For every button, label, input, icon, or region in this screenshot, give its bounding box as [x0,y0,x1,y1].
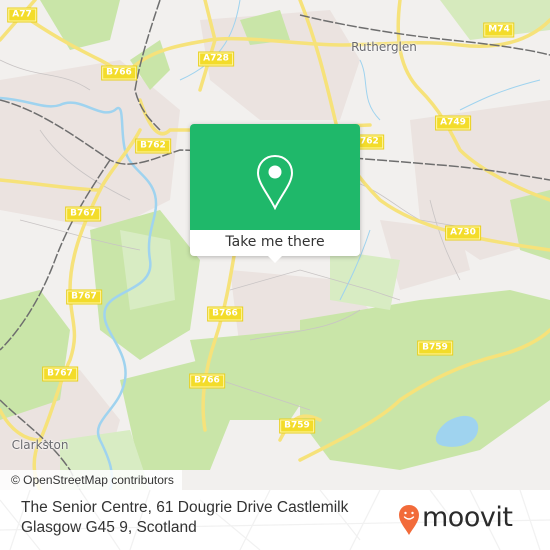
road-shield-b766: B766 [190,374,224,388]
footer-bar: The Senior Centre, 61 Dougrie Drive Cast… [0,490,550,550]
road-shield-b766: B766 [102,66,136,80]
road-shield-a730: A730 [446,226,480,240]
place-label-rutherglen: Rutherglen [351,40,417,54]
road-shield-b759: B759 [280,419,314,433]
address-line-1: The Senior Centre, 61 Dougrie Drive Cast… [21,499,349,516]
road-shield-b767: B767 [67,290,101,304]
road-shield-a728: A728 [199,52,233,66]
road-shield-a77: A77 [8,8,36,22]
road-shield-m74: M74 [484,23,514,37]
road-shield-a749: A749 [436,116,470,130]
road-shield-b767: B767 [66,207,100,221]
moovit-pin-icon [399,505,419,535]
map-attribution[interactable]: © OpenStreetMap contributors [0,470,182,490]
place-label-clarkston: Clarkston [11,438,69,452]
road-shield-b766: B766 [208,307,242,321]
road-shield-b767: B767 [43,367,77,381]
address-text: The Senior Centre, 61 Dougrie Drive Cast… [21,498,381,538]
map-pin-icon [256,154,294,210]
location-popup: Take me there [190,124,360,263]
road-shield-b762: B762 [136,139,170,153]
address-line-2: Glasgow G45 9, Scotland [21,519,197,536]
road-shield-b759: B759 [418,341,452,355]
popup-header [190,124,360,230]
popup-pointer [267,255,283,263]
take-me-there-button[interactable]: Take me there [190,230,360,256]
map-view[interactable]: Rutherglen Clarkston A77 B766 A728 M74 B… [0,0,550,490]
moovit-wordmark: moovit [422,502,513,533]
